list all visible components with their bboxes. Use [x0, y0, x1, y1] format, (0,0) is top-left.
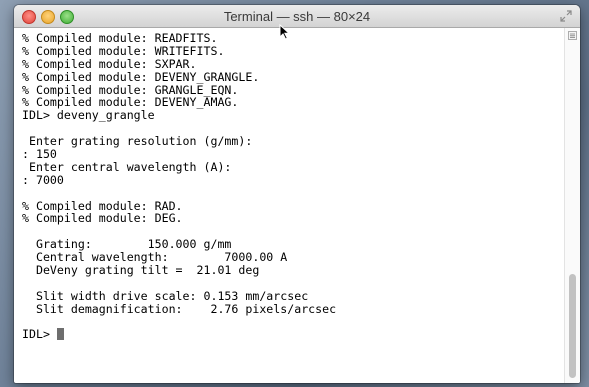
fullscreen-arrows-icon[interactable] [560, 10, 572, 22]
terminal-output[interactable]: % Compiled module: READFITS.% Compiled m… [14, 28, 565, 383]
terminal-line: DeVeny grating tilt = 21.01 deg [22, 263, 260, 278]
terminal-line: IDL> deveny_grangle [22, 108, 155, 123]
terminal-line: % Compiled module: DEG. [22, 211, 183, 226]
text-cursor [56, 328, 64, 341]
terminal-line: Enter grating resolution (g/mm): [22, 134, 253, 149]
mouse-pointer-icon [279, 24, 290, 40]
terminal-line: : 150 [22, 147, 57, 162]
scrollbar-thumb[interactable] [569, 274, 576, 378]
terminal-line: Enter central wavelength (A): [22, 159, 232, 174]
vertical-scrollbar[interactable] [564, 28, 580, 383]
title-bar[interactable]: Terminal — ssh — 80×24 [14, 5, 580, 28]
terminal-line: Slit demagnification: 2.76 pixels/arcsec [22, 301, 337, 316]
window-title: Terminal — ssh — 80×24 [223, 9, 371, 24]
terminal-line: % Compiled module: READFITS. [22, 31, 218, 45]
terminal-window: Terminal — ssh — 80×24 % Compiled module… [14, 5, 580, 383]
terminal-line: : 7000 [22, 172, 64, 187]
prompt-line[interactable]: IDL> [22, 328, 565, 341]
terminal-line: Slit width drive scale: 0.153 mm/arcsec [22, 288, 309, 303]
terminal-line: % Compiled module: SXPAR. [22, 56, 197, 71]
terminal-lines: % Compiled module: READFITS.% Compiled m… [22, 32, 565, 328]
terminal-line: % Compiled module: WRITEFITS. [22, 43, 225, 58]
prompt-text: IDL> [22, 327, 57, 342]
scrollbar-split-icon[interactable] [568, 31, 577, 40]
terminal-line: % Compiled module: DEVENY_GRANGLE. [22, 69, 260, 84]
